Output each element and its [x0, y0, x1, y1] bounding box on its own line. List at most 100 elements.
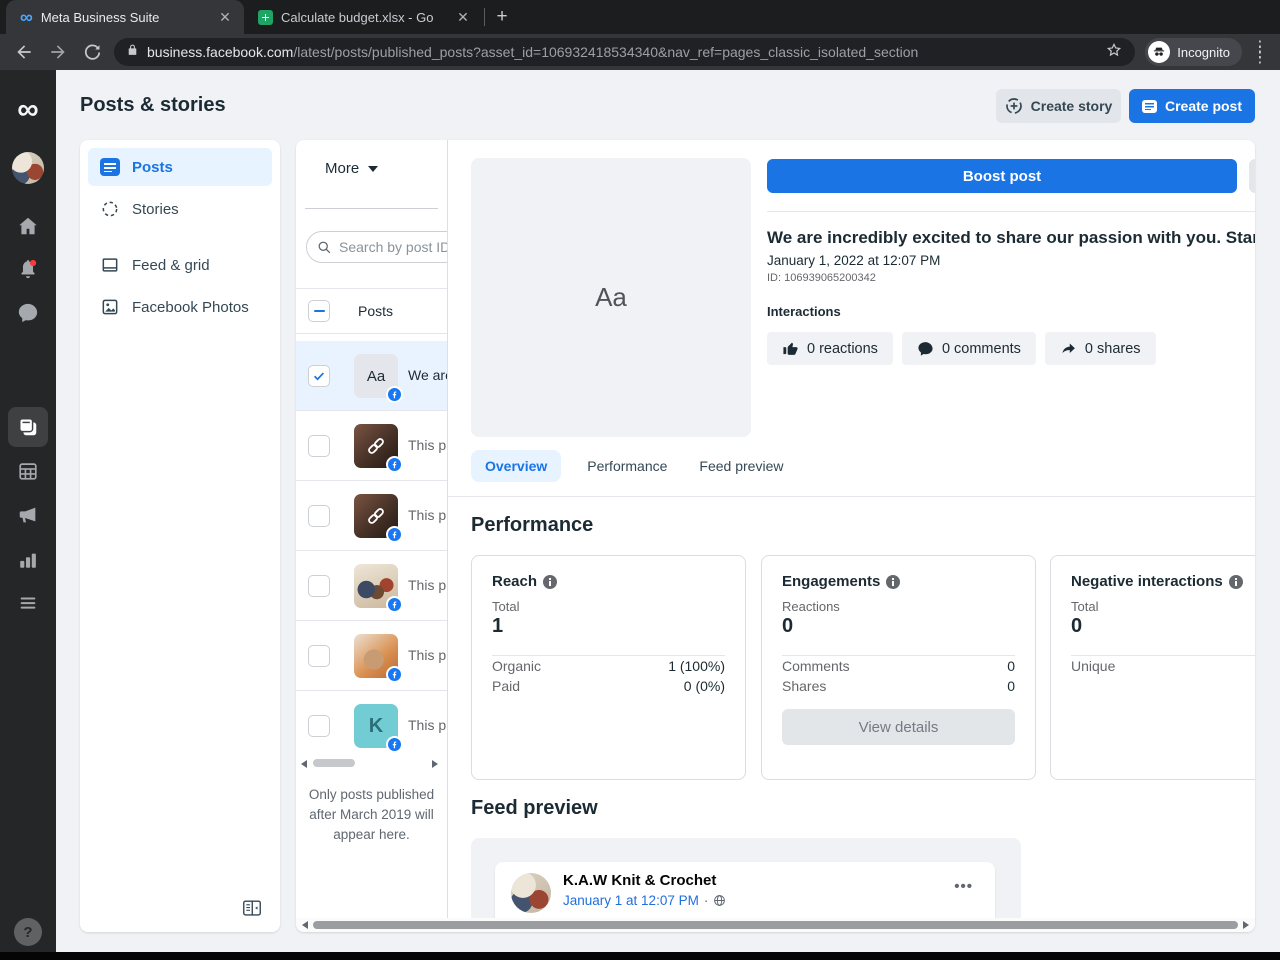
row-checkbox[interactable]: [308, 575, 330, 597]
create-post-icon: [1141, 99, 1157, 113]
sidebar-item-feed-grid[interactable]: Feed & grid: [88, 246, 272, 284]
browser-menu-icon[interactable]: ⋮ ⋮ ⋮: [1252, 39, 1268, 65]
engagements-card: Engagements Reactions 0 Comments 0 Shares…: [761, 555, 1036, 780]
feed-preview-heading: Feed preview: [471, 797, 598, 819]
shares-button[interactable]: 0 shares: [1044, 332, 1156, 365]
list-horizontal-scrollbar[interactable]: [296, 757, 447, 770]
sidebar-item-facebook-photos[interactable]: Facebook Photos: [88, 288, 272, 326]
tab-title: Calculate budget.xlsx - Go: [281, 9, 434, 25]
tab-meta-business-suite[interactable]: ∞ Meta Business Suite ✕: [6, 0, 244, 34]
post-thumbnail: Aa: [354, 354, 403, 403]
metric-row-label: Organic: [492, 658, 542, 674]
posts-icon: [100, 158, 120, 176]
post-detail-id: ID: 106939065200342: [767, 272, 876, 284]
post-menu-icon[interactable]: •••: [954, 878, 973, 895]
row-checkbox[interactable]: [308, 435, 330, 457]
sidebar-item-posts[interactable]: Posts: [88, 148, 272, 186]
tab-performance[interactable]: Performance: [581, 450, 673, 482]
tab-close-icon[interactable]: ✕: [454, 8, 472, 26]
tab-overview[interactable]: Overview: [471, 450, 562, 482]
tab-close-icon[interactable]: ✕: [216, 8, 234, 26]
post-timestamp-link[interactable]: January 1 at 12:07 PM: [563, 893, 699, 908]
scroll-right-icon[interactable]: [432, 760, 438, 768]
reactions-button[interactable]: 0 reactions: [767, 332, 893, 365]
url-bar[interactable]: business.facebook.com/latest/posts/publi…: [114, 38, 1136, 66]
info-icon[interactable]: [1228, 574, 1243, 589]
list-footnote: Only posts published after March 2019 wi…: [308, 787, 435, 842]
back-icon[interactable]: [12, 40, 36, 64]
post-list-item[interactable]: K This p: [296, 691, 447, 761]
inbox-chat-icon[interactable]: [0, 302, 56, 324]
metric-value: 0: [782, 615, 794, 637]
meta-logo[interactable]: ∞: [0, 95, 56, 125]
link-icon: [368, 438, 384, 454]
planner-icon[interactable]: [0, 460, 56, 482]
posts-list-header: Posts: [296, 289, 447, 334]
post-detail-date: January 1, 2022 at 12:07 PM: [767, 253, 941, 268]
forward-icon[interactable]: [46, 40, 70, 64]
post-thumbnail: [354, 634, 403, 683]
post-list-item[interactable]: This p: [296, 551, 447, 621]
posts-tool-icon[interactable]: [8, 407, 48, 447]
new-tab-button[interactable]: +: [489, 4, 515, 30]
more-actions-button[interactable]: [1249, 159, 1255, 193]
create-story-button[interactable]: Create story: [996, 89, 1121, 123]
ads-megaphone-icon[interactable]: [0, 504, 56, 526]
bookmark-star-icon[interactable]: [1105, 41, 1123, 64]
metric-row-label: Paid: [492, 678, 521, 694]
sheets-favicon-icon: [258, 9, 273, 25]
main-horizontal-scrollbar[interactable]: [296, 918, 1255, 932]
post-list-item[interactable]: Aa We are: [296, 341, 447, 411]
scroll-left-icon[interactable]: [302, 921, 308, 929]
post-search[interactable]: [306, 231, 447, 263]
create-post-button[interactable]: Create post: [1129, 89, 1255, 123]
insights-chart-icon[interactable]: [0, 549, 56, 571]
view-details-button[interactable]: View details: [782, 709, 1015, 745]
lock-icon: [126, 43, 139, 62]
post-list-item[interactable]: This p: [296, 481, 447, 551]
notifications-icon[interactable]: [0, 258, 56, 280]
metric-label: Total: [1071, 599, 1099, 614]
select-all-checkbox[interactable]: [308, 300, 330, 322]
scroll-left-icon[interactable]: [301, 760, 307, 768]
facebook-badge-icon: [386, 386, 403, 403]
browser-tabstrip: ∞ Meta Business Suite ✕ Calculate budget…: [0, 0, 1280, 34]
post-list-item[interactable]: This p: [296, 621, 447, 691]
post-title: This p: [408, 437, 447, 453]
row-checkbox[interactable]: [308, 645, 330, 667]
reload-icon[interactable]: [80, 40, 104, 64]
collapse-sidebar-icon[interactable]: [240, 896, 264, 920]
post-title: This p: [408, 647, 447, 663]
tab-spreadsheet[interactable]: Calculate budget.xlsx - Go ✕: [244, 0, 482, 34]
home-icon[interactable]: [0, 215, 56, 237]
scrollbar-thumb[interactable]: [313, 921, 1238, 929]
comments-button[interactable]: 0 comments: [901, 332, 1036, 365]
row-checkbox[interactable]: [308, 715, 330, 737]
boost-post-button[interactable]: Boost post: [767, 159, 1237, 193]
search-input[interactable]: [339, 239, 447, 255]
post-detail-title: We are incredibly excited to share our p…: [767, 228, 1255, 247]
interactions-label: Interactions: [767, 304, 841, 319]
incognito-label: Incognito: [1177, 44, 1230, 60]
all-tools-menu-icon[interactable]: [0, 592, 56, 614]
divider: [305, 208, 438, 209]
metric-row-value: 0: [1007, 658, 1015, 674]
divider: [767, 211, 1255, 212]
bottom-edge-bar: [0, 952, 1280, 960]
meta-favicon-icon: ∞: [20, 7, 33, 27]
info-icon[interactable]: [543, 574, 558, 589]
scroll-right-icon[interactable]: [1243, 921, 1249, 929]
tab-feed-preview[interactable]: Feed preview: [693, 450, 789, 482]
scrollbar-thumb[interactable]: [313, 759, 355, 767]
post-list-item[interactable]: This p: [296, 411, 447, 481]
row-checkbox[interactable]: [308, 365, 330, 387]
business-avatar[interactable]: [0, 152, 56, 184]
post-detail-panel: Aa Boost post We are incredibly excited …: [448, 140, 1255, 932]
help-button[interactable]: ?: [14, 918, 42, 946]
row-checkbox[interactable]: [308, 505, 330, 527]
more-dropdown[interactable]: More: [325, 160, 379, 177]
sidebar-item-stories[interactable]: Stories: [88, 190, 272, 228]
post-thumbnail: [354, 564, 403, 613]
metric-row-label: Shares: [782, 678, 827, 694]
info-icon[interactable]: [886, 574, 901, 589]
